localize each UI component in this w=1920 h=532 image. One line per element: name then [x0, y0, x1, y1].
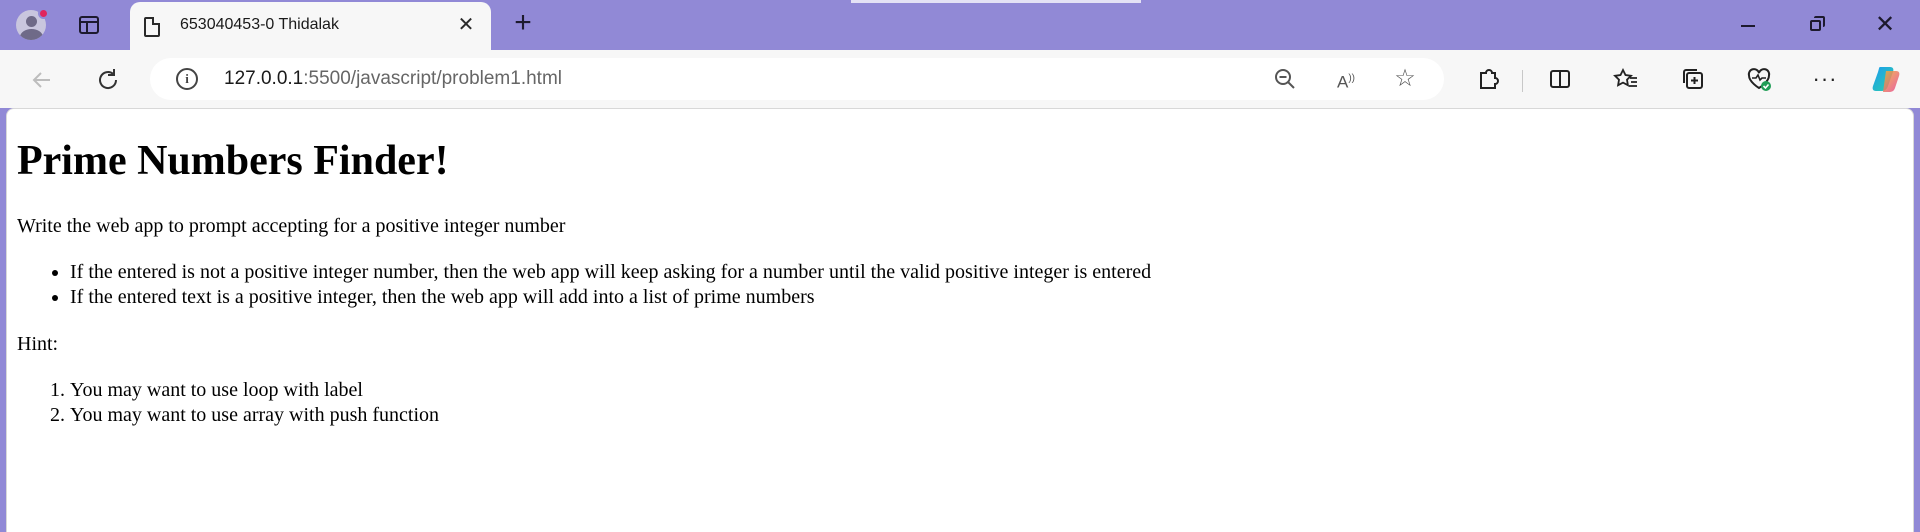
active-tab[interactable]: 653040453-0 Thidalak ✕ — [130, 2, 491, 50]
page-content: Prime Numbers Finder! Write the web app … — [17, 109, 1897, 428]
list-item: If the entered text is a positive intege… — [70, 285, 1897, 310]
profile-avatar-icon[interactable] — [14, 8, 50, 42]
tab-actions-icon[interactable] — [76, 12, 102, 38]
collections-icon[interactable] — [1678, 64, 1708, 94]
info-icon[interactable]: i — [176, 68, 198, 90]
favorite-star-icon[interactable]: ☆ — [1392, 66, 1418, 92]
page-icon — [144, 17, 160, 37]
back-icon[interactable] — [28, 66, 56, 94]
list-item: If the entered is not a positive integer… — [70, 260, 1897, 285]
browser-essentials-icon[interactable] — [1744, 64, 1774, 94]
favorites-icon[interactable] — [1611, 64, 1641, 94]
browser-toolbar: i 127.0.0.1:5500/javascript/problem1.htm… — [0, 50, 1920, 108]
zoom-out-icon[interactable] — [1272, 66, 1298, 92]
url-path: :5500/javascript/problem1.html — [303, 68, 562, 89]
window-close-icon[interactable]: ✕ — [1870, 10, 1900, 40]
hints-list: You may want to use loop with label You … — [17, 378, 1897, 428]
url-text[interactable]: 127.0.0.1:5500/javascript/problem1.html — [224, 68, 562, 90]
toolbar-divider — [1522, 70, 1523, 92]
minimize-icon[interactable] — [1733, 10, 1763, 40]
page-viewport: Prime Numbers Finder! Write the web app … — [6, 108, 1914, 532]
split-screen-icon[interactable] — [1545, 64, 1575, 94]
notification-dot — [38, 8, 49, 19]
page-title: Prime Numbers Finder! — [17, 138, 449, 184]
tab-title: 653040453-0 Thidalak — [180, 16, 339, 33]
window-drag-indicator — [851, 0, 1141, 3]
list-item: You may want to use array with push func… — [70, 403, 1897, 428]
new-tab-icon[interactable]: + — [508, 8, 538, 39]
copilot-icon[interactable] — [1870, 62, 1904, 96]
intro-paragraph: Write the web app to prompt accepting fo… — [17, 215, 566, 237]
read-aloud-icon[interactable]: A)) — [1333, 66, 1359, 92]
address-bar[interactable]: i 127.0.0.1:5500/javascript/problem1.htm… — [150, 58, 1444, 100]
url-host: 127.0.0.1 — [224, 68, 304, 89]
title-bar: 653040453-0 Thidalak ✕ + ✕ — [0, 0, 1920, 50]
extensions-icon[interactable] — [1473, 64, 1503, 94]
more-icon[interactable]: ··· — [1810, 64, 1840, 94]
hint-label: Hint: — [17, 333, 59, 355]
restore-icon[interactable] — [1802, 10, 1832, 40]
list-item: You may want to use loop with label — [70, 378, 1897, 403]
close-icon[interactable]: ✕ — [456, 15, 476, 35]
reload-icon[interactable] — [94, 66, 122, 94]
rules-list: If the entered is not a positive integer… — [17, 260, 1897, 310]
